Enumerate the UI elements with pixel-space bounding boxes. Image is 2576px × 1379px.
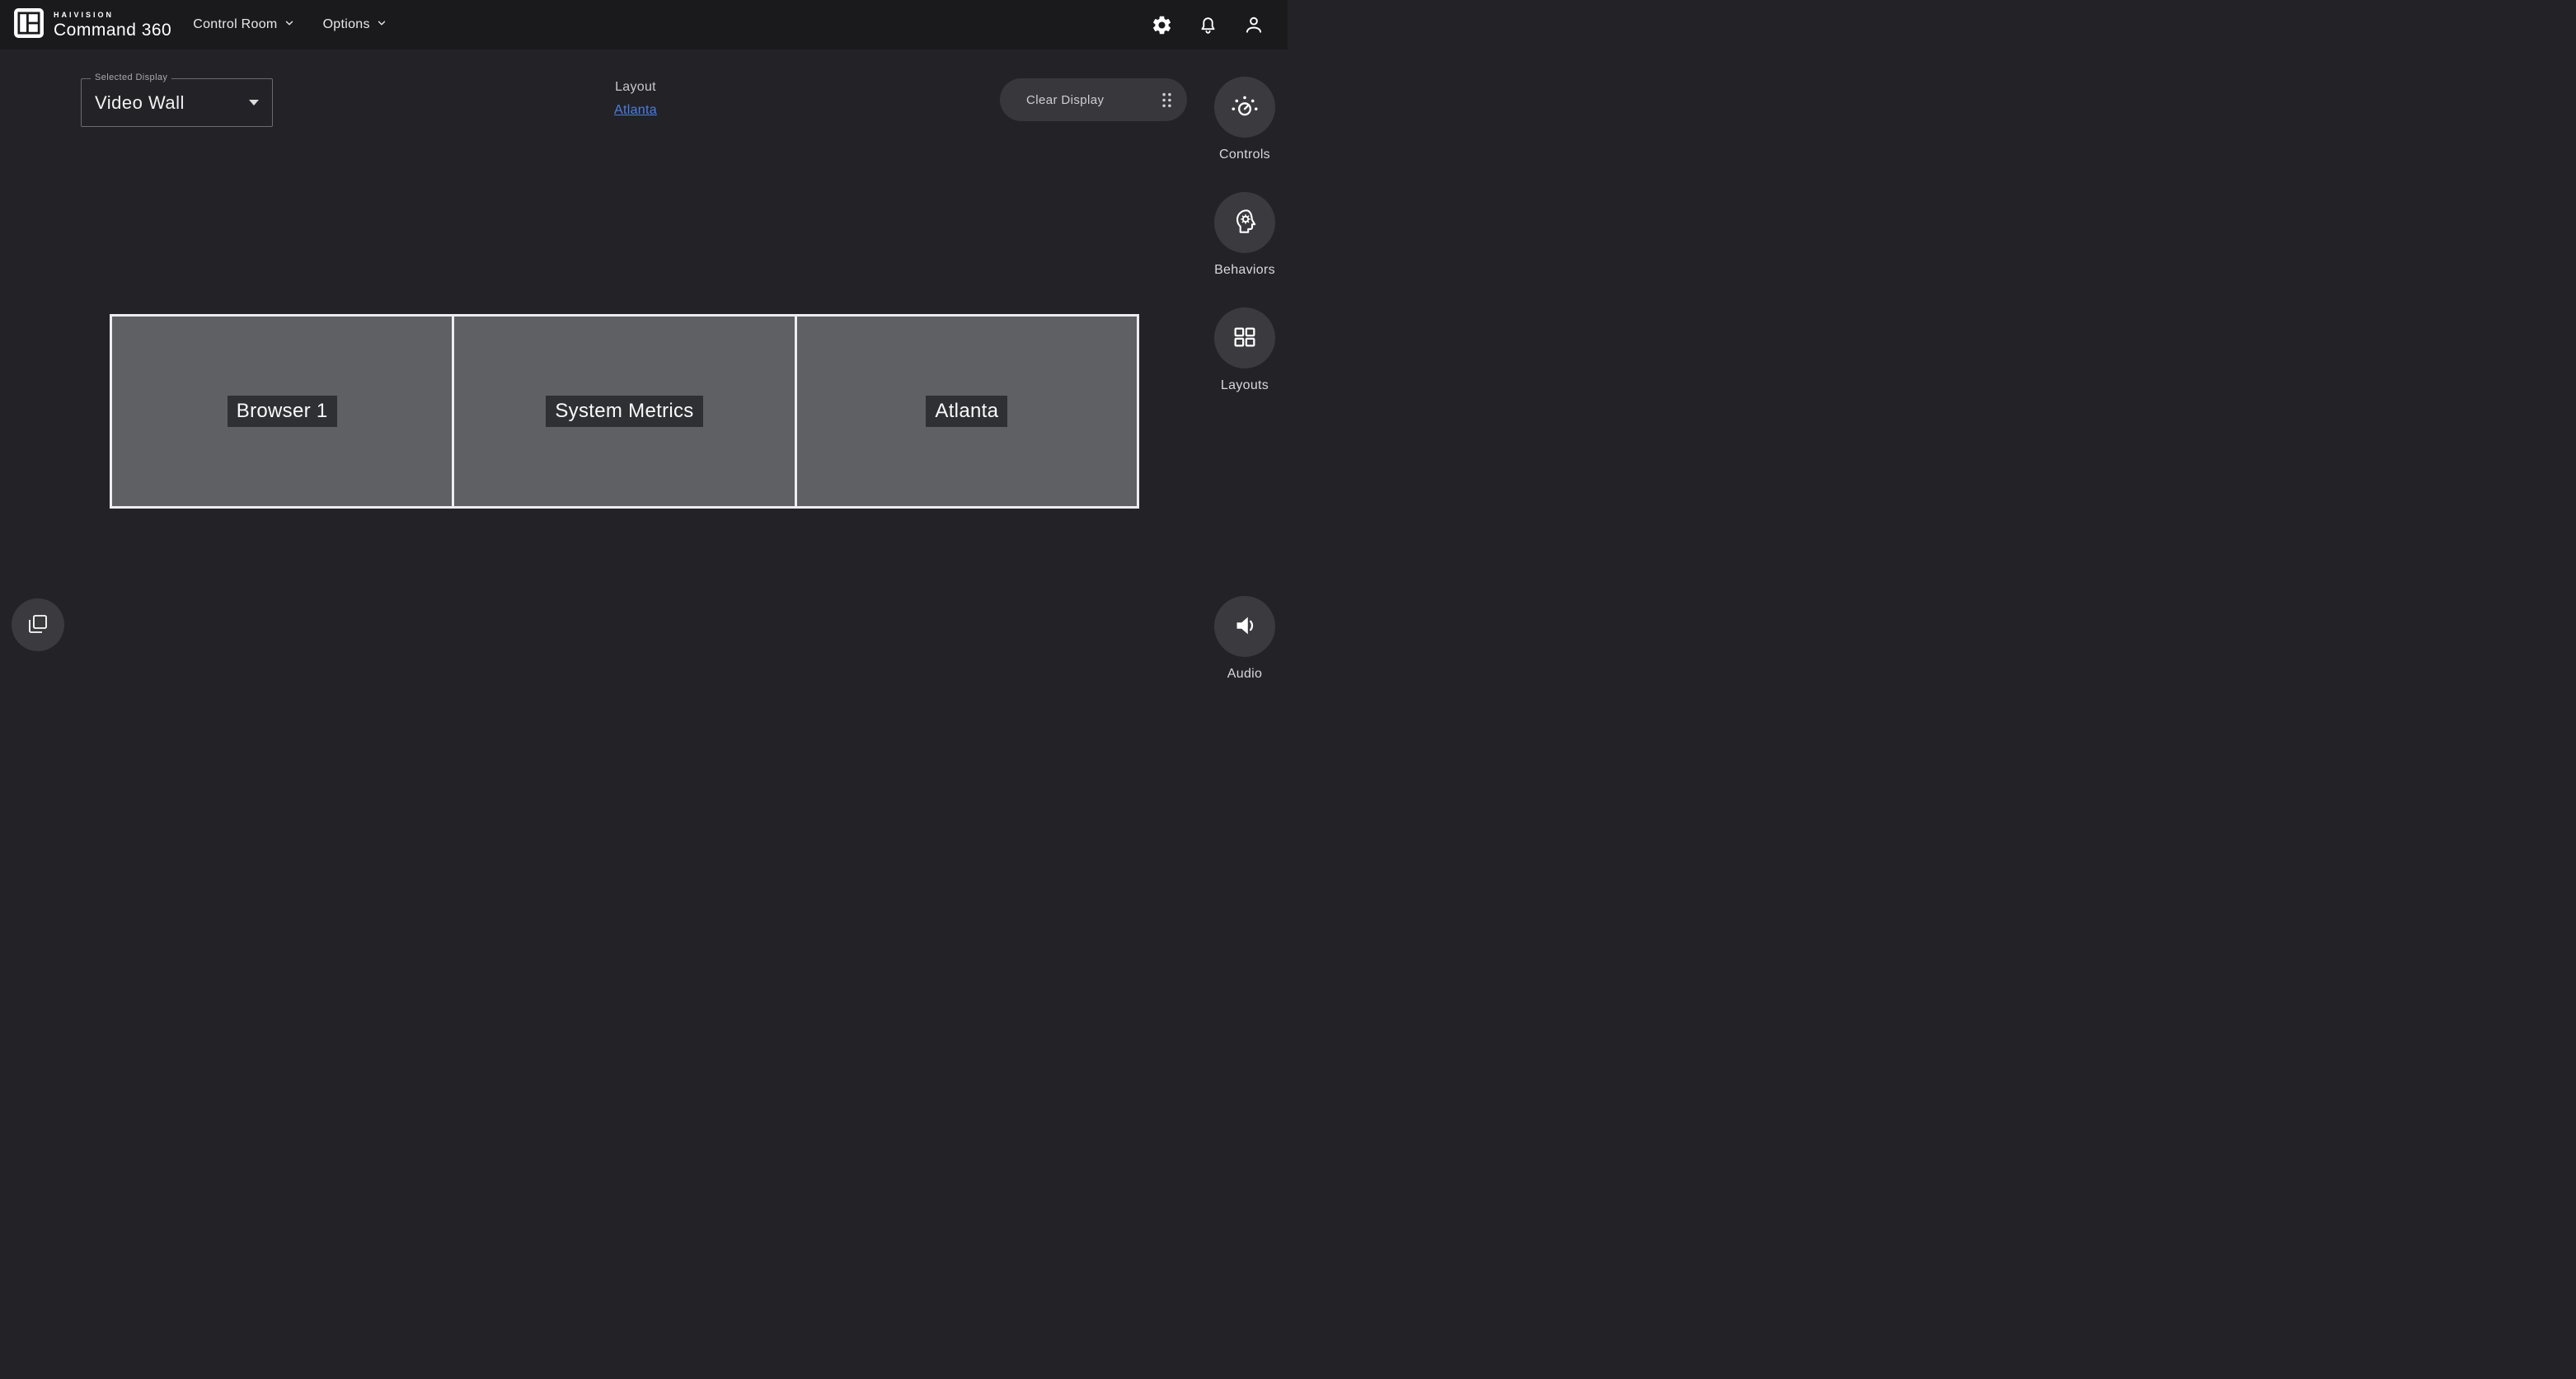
chevron-down-icon	[376, 17, 387, 33]
tool-audio: Audio	[1195, 596, 1288, 682]
control-room-menu[interactable]: Control Room	[190, 12, 298, 38]
panel-label: Atlanta	[926, 396, 1007, 427]
wall-panel[interactable]: Browser 1	[112, 317, 452, 506]
command360-app: HAIVISION Command 360 Control Room Optio…	[0, 0, 1288, 689]
tool-controls: Controls	[1195, 77, 1288, 162]
brand-bottom: Command 360	[54, 21, 171, 39]
layout-header: Layout Atlanta	[569, 80, 702, 118]
layouts-icon	[1231, 323, 1259, 354]
selected-display-dropdown[interactable]: Selected Display Video Wall	[81, 78, 273, 127]
scenes-button[interactable]	[12, 598, 64, 651]
brand-text: HAIVISION Command 360	[54, 12, 171, 39]
top-navbar: HAIVISION Command 360 Control Room Optio…	[0, 0, 1288, 49]
layouts-label: Layouts	[1195, 378, 1288, 393]
options-menu[interactable]: Options	[320, 12, 391, 38]
navbar-actions	[1151, 14, 1274, 36]
panel-label: System Metrics	[546, 396, 702, 427]
audio-button[interactable]	[1214, 596, 1275, 657]
behaviors-label: Behaviors	[1195, 263, 1288, 278]
clear-display-button[interactable]: Clear Display	[1000, 78, 1187, 121]
controls-label: Controls	[1195, 148, 1288, 162]
audio-label: Audio	[1195, 667, 1288, 682]
haivision-logo-icon	[13, 7, 45, 43]
audio-icon	[1231, 612, 1259, 642]
layout-title: Layout	[569, 80, 702, 95]
wall-panel[interactable]: Atlanta	[797, 317, 1137, 506]
chevron-down-icon	[284, 17, 295, 33]
control-room-menu-label: Control Room	[193, 17, 277, 32]
behaviors-button[interactable]	[1214, 192, 1275, 253]
options-menu-label: Options	[323, 17, 370, 32]
video-wall-preview: Browser 1 System Metrics Atlanta	[110, 314, 1139, 509]
user-icon[interactable]	[1243, 14, 1265, 35]
settings-icon[interactable]	[1151, 14, 1173, 36]
clear-display-label: Clear Display	[1026, 93, 1104, 107]
behaviors-icon	[1229, 206, 1260, 240]
controls-button[interactable]	[1214, 77, 1275, 138]
selected-display-value: Video Wall	[95, 92, 185, 114]
notifications-icon[interactable]	[1198, 15, 1218, 35]
tool-behaviors: Behaviors	[1195, 192, 1288, 278]
layouts-button[interactable]	[1214, 307, 1275, 368]
wall-panel[interactable]: System Metrics	[454, 317, 794, 506]
panel-label: Browser 1	[228, 396, 337, 427]
layers-icon	[26, 612, 50, 639]
main-menus: Control Room Options	[190, 12, 391, 38]
brand[interactable]: HAIVISION Command 360	[13, 7, 171, 43]
brand-top: HAIVISION	[54, 12, 171, 19]
drag-dots-icon[interactable]	[1160, 91, 1174, 110]
selected-display-label: Selected Display	[91, 73, 171, 82]
caret-down-icon	[249, 100, 259, 106]
controls-icon	[1229, 91, 1260, 124]
tool-layouts: Layouts	[1195, 307, 1288, 393]
active-layout-link[interactable]: Atlanta	[614, 103, 657, 118]
